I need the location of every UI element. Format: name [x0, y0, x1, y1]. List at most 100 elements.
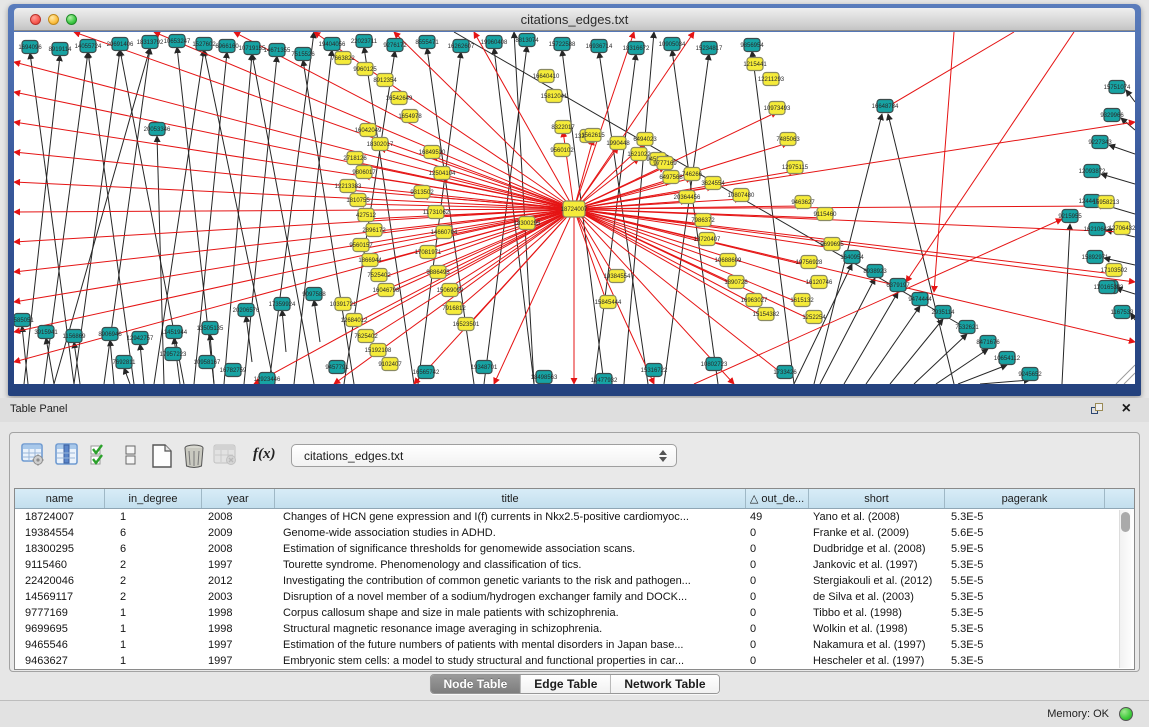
graph-node[interactable]: 18313792: [137, 36, 164, 49]
graph-node[interactable]: 17081971: [415, 246, 442, 259]
graph-edge[interactable]: [906, 32, 1074, 282]
table-cell[interactable]: Corpus callosum shape and size in male p…: [275, 605, 746, 621]
graph-node[interactable]: 9329966: [1100, 109, 1124, 122]
graph-node[interactable]: 16963027: [741, 294, 768, 307]
graph-edge[interactable]: [140, 344, 144, 384]
table-cell[interactable]: 6: [105, 541, 202, 557]
table-row[interactable]: 977716911998Corpus callosum shape and si…: [15, 605, 1134, 621]
table-cell[interactable]: Estimation of the future numbers of pati…: [275, 637, 746, 653]
graph-node[interactable]: 9474444: [908, 293, 932, 306]
table-cell[interactable]: 2009: [202, 525, 275, 541]
table-cell[interactable]: 5.3E-5: [945, 605, 1105, 621]
table-row[interactable]: 1872400712008Changes of HCN gene express…: [15, 509, 1134, 525]
network-graph[interactable]: 1694096891911414055724206914061831379210…: [14, 32, 1135, 384]
graph-node[interactable]: 7663822: [331, 52, 355, 65]
table-cell[interactable]: 1998: [202, 621, 275, 637]
table-cell[interactable]: 2003: [202, 589, 275, 605]
table-cell[interactable]: 5.3E-5: [945, 653, 1105, 669]
graph-edge[interactable]: [14, 152, 574, 209]
graph-node[interactable]: 7692811: [113, 356, 137, 369]
graph-node[interactable]: 16782759: [220, 364, 247, 377]
graph-edge[interactable]: [224, 54, 252, 384]
graph-node[interactable]: 20691406: [107, 38, 134, 51]
graph-node[interactable]: 9215955: [1058, 210, 1082, 223]
graph-node[interactable]: 746266: [682, 168, 703, 181]
table-row[interactable]: 911546021997Tourette syndrome. Phenomeno…: [15, 557, 1134, 573]
graph-node[interactable]: 6966160: [215, 40, 239, 53]
graph-node[interactable]: 1215441: [743, 58, 767, 71]
graph-node[interactable]: 1615132: [790, 294, 814, 307]
graph-node[interactable]: 16565742: [413, 366, 440, 379]
column-header-year[interactable]: year: [202, 489, 275, 508]
table-cell[interactable]: Dudbridge et al. (2008): [809, 541, 945, 557]
graph-node[interactable]: 15154382: [753, 308, 780, 321]
column-header-pagerank[interactable]: pagerank: [945, 489, 1105, 508]
network-view-window[interactable]: citations_edges.txt 16940968919114140557…: [8, 4, 1141, 396]
graph-node[interactable]: 1252254: [802, 311, 826, 324]
table-cell[interactable]: 2012: [202, 573, 275, 589]
graph-node[interactable]: 19404056: [319, 38, 346, 51]
table-cell[interactable]: 9777169: [15, 605, 105, 621]
graph-node[interactable]: 10719155: [239, 42, 266, 55]
table-cell[interactable]: 0: [746, 605, 809, 621]
graph-node[interactable]: 9097588: [302, 288, 326, 301]
graph-node[interactable]: 12504104: [429, 167, 456, 180]
graph-node[interactable]: 15234817: [696, 42, 723, 55]
graph-node[interactable]: 8938923: [863, 265, 887, 278]
graph-node[interactable]: 9463627: [791, 196, 815, 209]
graph-node[interactable]: 2896172: [362, 224, 386, 237]
table-row[interactable]: 1456911722003Disruption of a novel membe…: [15, 589, 1134, 605]
table-cell[interactable]: Tourette syndrome. Phenomenology and cla…: [275, 557, 746, 573]
graph-node[interactable]: 18302017: [367, 138, 394, 151]
table-cell[interactable]: 9465546: [15, 637, 105, 653]
table-cell[interactable]: 5.3E-5: [945, 557, 1105, 573]
graph-edge[interactable]: [438, 209, 574, 276]
table-cell[interactable]: 1997: [202, 637, 275, 653]
table-cell[interactable]: 1997: [202, 557, 275, 573]
graph-node[interactable]: 1640954: [840, 251, 864, 264]
table-cell[interactable]: Yano et al. (2008): [809, 509, 945, 525]
graph-edge[interactable]: [269, 32, 314, 384]
table-cell[interactable]: 22420046: [15, 573, 105, 589]
graph-node[interactable]: 12942757: [127, 332, 154, 345]
table-row[interactable]: 1938455462009Genome-wide association stu…: [15, 525, 1134, 541]
graph-edge[interactable]: [294, 50, 332, 384]
graph-node[interactable]: 8471676: [976, 336, 1000, 349]
graph-edge[interactable]: [958, 365, 1007, 384]
graph-edge[interactable]: [494, 209, 574, 384]
graph-node[interactable]: 16936714: [586, 40, 613, 53]
table-cell[interactable]: 1: [105, 653, 202, 669]
graph-node[interactable]: 8912354: [373, 74, 397, 87]
graph-node[interactable]: 10688609: [715, 254, 742, 267]
graph-node[interactable]: 8555471: [415, 36, 439, 49]
graph-node[interactable]: 427512: [356, 209, 377, 222]
graph-edge[interactable]: [14, 209, 574, 272]
table-cell[interactable]: 0: [746, 541, 809, 557]
graph-node[interactable]: 9699695: [820, 238, 844, 251]
table-cell[interactable]: 0: [746, 525, 809, 541]
table-cell[interactable]: 2: [105, 557, 202, 573]
graph-node[interactable]: 7625402: [354, 330, 378, 343]
column-header-title[interactable]: title: [275, 489, 746, 508]
graph-node[interactable]: 1527602: [192, 38, 216, 51]
graph-edge[interactable]: [157, 136, 164, 384]
graph-node[interactable]: 9886493: [426, 266, 450, 279]
column-header-in_degree[interactable]: in_degree: [105, 489, 202, 508]
graph-node[interactable]: 12706432: [1109, 222, 1135, 235]
graph-node[interactable]: 1990448: [606, 137, 630, 150]
table-cell[interactable]: de Silva et al. (2003): [809, 589, 945, 605]
graph-node[interactable]: 20206576: [233, 304, 260, 317]
table-cell[interactable]: 19384554: [15, 525, 105, 541]
graph-edge[interactable]: [882, 32, 1014, 110]
column-header-short[interactable]: short: [809, 489, 945, 508]
graph-node[interactable]: 9227343: [1088, 136, 1112, 149]
graph-node[interactable]: 9276172: [383, 39, 407, 52]
graph-node[interactable]: 8322017: [551, 121, 575, 134]
table-row[interactable]: 946554611997Estimation of the future num…: [15, 637, 1134, 653]
graph-node[interactable]: 1167533: [1111, 306, 1135, 319]
trash-icon[interactable]: [182, 443, 208, 469]
graph-node[interactable]: 15892971: [1082, 251, 1109, 264]
graph-node[interactable]: 17359924: [269, 298, 296, 311]
graph-edge[interactable]: [1126, 90, 1135, 102]
table-cell[interactable]: 2: [105, 573, 202, 589]
